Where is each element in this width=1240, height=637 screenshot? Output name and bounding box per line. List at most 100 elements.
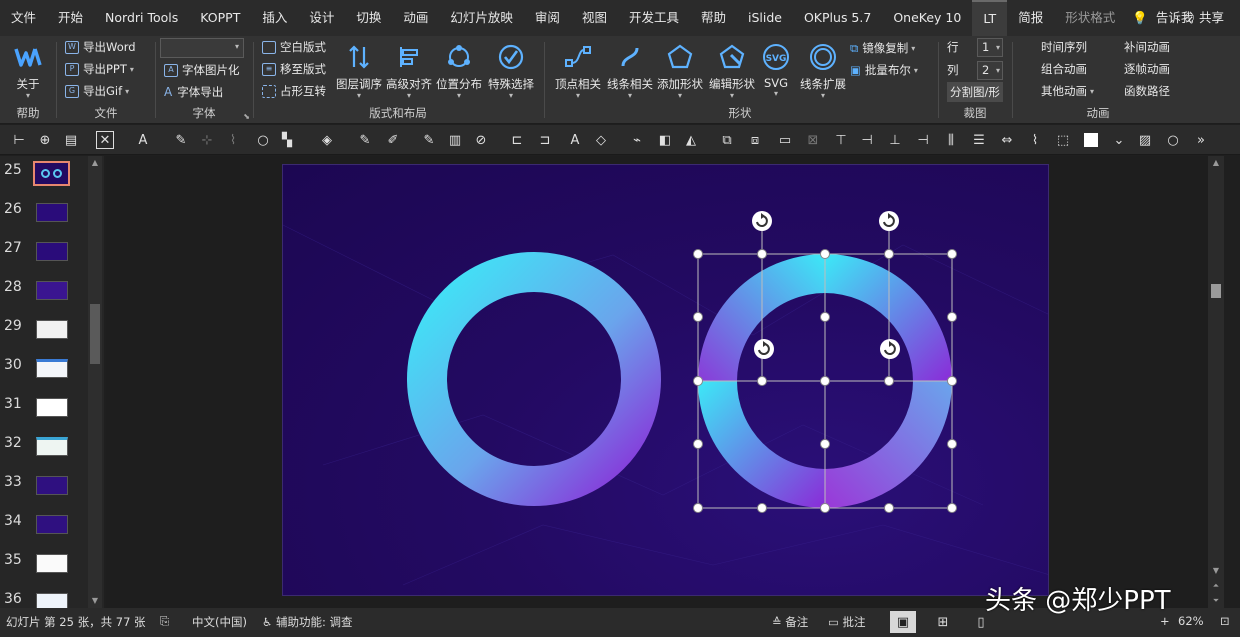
spell-check-icon[interactable]: ⎘: [160, 614, 169, 629]
dialog-launcher-icon[interactable]: ⬊: [243, 112, 250, 121]
tab-koppt[interactable]: KOPPT: [189, 0, 251, 36]
thumbnail-slide-30[interactable]: 30: [0, 351, 90, 389]
ring-quadrant-bottom-left[interactable]: [698, 381, 825, 508]
scroll-down-icon[interactable]: ▼: [1208, 564, 1224, 578]
font-color-icon[interactable]: A: [134, 131, 152, 149]
image-icon[interactable]: ▨: [1136, 131, 1154, 149]
tab-help[interactable]: 帮助: [690, 0, 737, 36]
timeline-button[interactable]: 时间序列: [1041, 37, 1087, 57]
thumbnail-slide-26[interactable]: 26: [0, 195, 90, 233]
copy-size-icon[interactable]: ⊏: [508, 131, 526, 149]
split-image-shape-button[interactable]: 分割图/形: [947, 82, 1003, 102]
export-gif-button[interactable]: G 导出Gif ▾: [65, 81, 129, 101]
tab-slideshow[interactable]: 幻灯片放映: [439, 0, 524, 36]
tab-review[interactable]: 审阅: [524, 0, 571, 36]
combo-anim-button[interactable]: 组合动画: [1041, 59, 1087, 79]
tab-shape-format[interactable]: 形状格式: [1054, 0, 1126, 36]
special-select-button[interactable]: 特殊选择 ▾: [486, 40, 536, 100]
fit-slide-icon[interactable]: ⊡: [1220, 614, 1230, 628]
crop-off-icon[interactable]: ⊠: [804, 131, 822, 149]
align-top-icon[interactable]: ⊤: [832, 131, 850, 149]
shadow-icon[interactable]: ◧: [656, 131, 674, 149]
tab-design[interactable]: 设计: [298, 0, 345, 36]
tab-view[interactable]: 视图: [571, 0, 618, 36]
move-layout-button[interactable]: ≡ 移至版式: [262, 59, 326, 79]
tab-nordri-tools[interactable]: Nordri Tools: [94, 0, 189, 36]
about-button[interactable]: 关于 ▾: [3, 40, 53, 100]
ungroup-icon[interactable]: ⧈: [746, 131, 764, 149]
textbox-icon[interactable]: ▤: [62, 131, 80, 149]
no-fill-icon[interactable]: ⊘: [472, 131, 490, 149]
dist-v-icon[interactable]: ☰: [970, 131, 988, 149]
delete-shape-icon[interactable]: ✕: [96, 131, 114, 149]
chevron-shape-icon[interactable]: ⌄: [1110, 131, 1128, 149]
align-left-icon[interactable]: ⊢: [10, 131, 28, 149]
scroll-down-icon[interactable]: ▼: [88, 594, 102, 608]
group-icon[interactable]: ⧉: [718, 131, 736, 149]
scrollbar-thumb[interactable]: [1211, 284, 1221, 298]
prev-slide-icon[interactable]: ⏶: [1208, 579, 1224, 593]
eyedropper-outline-icon[interactable]: ✎: [420, 131, 438, 149]
align-right-icon[interactable]: ⊣: [914, 131, 932, 149]
zoom-level[interactable]: 62%: [1178, 614, 1204, 628]
outline-color-icon[interactable]: ✐: [384, 131, 402, 149]
circle-icon[interactable]: ○: [254, 131, 272, 149]
bar-chart-icon[interactable]: ▥: [446, 131, 464, 149]
tab-transitions[interactable]: 切换: [345, 0, 392, 36]
mirror-copy-button[interactable]: ⧉ 镜像复制 ▾: [850, 38, 915, 58]
thumbnail-slide-25[interactable]: 25: [0, 156, 90, 194]
font-to-image-button[interactable]: A 字体图片化: [164, 60, 240, 80]
brush-icon[interactable]: ⌁: [628, 131, 646, 149]
col-count-spinner[interactable]: 2 ▾: [977, 61, 1003, 80]
rotate-handle-icon[interactable]: [752, 211, 772, 231]
vertical-scrollbar[interactable]: ▲ ▼ ⏶ ⏷: [1208, 156, 1224, 608]
thumbnail-slide-31[interactable]: 31: [0, 390, 90, 428]
other-anim-button[interactable]: 其他动画 ▾: [1041, 81, 1094, 101]
lasso-icon[interactable]: ⌇: [1026, 131, 1044, 149]
scroll-up-icon[interactable]: ▲: [88, 156, 102, 170]
shape-fill-icon[interactable]: ◇: [592, 131, 610, 149]
scrollbar-thumb[interactable]: [90, 304, 100, 364]
thumbnail-slide-35[interactable]: 35: [0, 546, 90, 584]
accessibility-status[interactable]: ♿ 辅助功能: 调查: [262, 614, 353, 630]
notes-button[interactable]: ≙ 备注: [772, 614, 808, 630]
text-a-icon[interactable]: A: [566, 131, 584, 149]
vertex-button[interactable]: 顶点相关 ▾: [553, 40, 603, 100]
scroll-up-icon[interactable]: ▲: [1208, 156, 1224, 170]
font-export-button[interactable]: A 字体导出: [164, 82, 223, 102]
line-button[interactable]: 线条相关 ▾: [605, 40, 655, 100]
line-extend-button[interactable]: 线条扩展 ▾: [798, 40, 848, 100]
fill-bucket-icon[interactable]: ◈: [318, 131, 336, 149]
paste-size-icon[interactable]: ⊐: [536, 131, 554, 149]
slide-canvas[interactable]: [282, 164, 1049, 596]
connector-icon[interactable]: ⊹: [198, 131, 216, 149]
thumbnail-slide-27[interactable]: 27: [0, 234, 90, 272]
export-word-button[interactable]: W 导出Word: [65, 37, 136, 57]
thumbnail-scrollbar[interactable]: ▲ ▼: [88, 156, 102, 608]
white-square-icon[interactable]: [1082, 131, 1100, 149]
frame-anim-button[interactable]: 逐帧动画: [1124, 59, 1170, 79]
font-select[interactable]: ▾: [160, 38, 244, 58]
rotate-handle-icon[interactable]: [754, 339, 774, 359]
comments-button[interactable]: ▭ 批注: [828, 614, 866, 630]
tab-animations[interactable]: 动画: [392, 0, 439, 36]
thumbnail-slide-28[interactable]: 28: [0, 273, 90, 311]
thumbnail-slide-32[interactable]: 32: [0, 429, 90, 467]
next-slide-icon[interactable]: ⏷: [1208, 594, 1224, 608]
eyedropper-icon[interactable]: ✎: [172, 131, 190, 149]
format-painter-icon[interactable]: ⌇: [224, 131, 242, 149]
same-width-icon[interactable]: ⇔: [998, 131, 1016, 149]
row-count-spinner[interactable]: 1 ▾: [977, 38, 1003, 57]
tab-lt[interactable]: LT: [972, 0, 1008, 36]
tab-onekey[interactable]: OneKey 10: [882, 0, 972, 36]
oval-icon[interactable]: ○: [1164, 131, 1182, 149]
thumbnail-slide-36[interactable]: 36: [0, 585, 90, 608]
rotate-handle-icon[interactable]: [879, 211, 899, 231]
blank-layout-button[interactable]: 空白版式: [262, 37, 326, 57]
batch-boolean-button[interactable]: ▣ 批量布尔 ▾: [850, 60, 918, 80]
thumbnail-slide-29[interactable]: 29: [0, 312, 90, 350]
3d-icon[interactable]: ◭: [682, 131, 700, 149]
tab-okplus[interactable]: OKPlus 5.7: [793, 0, 882, 36]
dist-h-icon[interactable]: ⫼: [942, 131, 960, 149]
position-distribute-button[interactable]: 位置分布 ▾: [434, 40, 484, 100]
